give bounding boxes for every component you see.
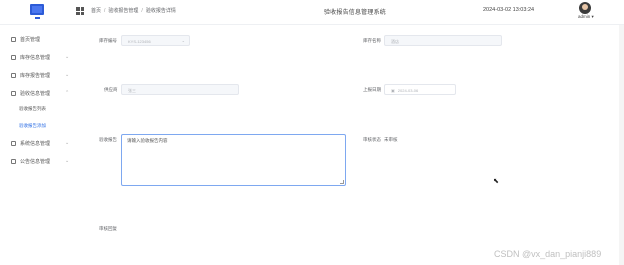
chevron-up-icon: ⌃	[65, 90, 70, 96]
avatar[interactable]	[579, 2, 591, 14]
field-label: 库存编号	[99, 38, 117, 43]
sidebar-item-label: 公告信息管理	[20, 159, 51, 165]
username: admin	[578, 14, 591, 19]
top-bar: 首页 / 验收报告管理 / 验收报告详情 验收报告信息管理系统 2024-03-02 1…	[0, 0, 624, 25]
field-value: 酒店	[391, 39, 399, 44]
sidebar-item-acceptance[interactable]: 验收信息管理 ⌃	[11, 90, 69, 97]
datetime-display: 2024-03-02 13:03:24	[483, 7, 535, 13]
chevron-down-icon: ⌄	[65, 158, 70, 164]
field-value: KYS-123456	[128, 39, 151, 44]
field-value: 张三	[128, 88, 136, 93]
resize-handle[interactable]	[340, 180, 344, 184]
folder-icon	[11, 159, 16, 164]
field-value: 2024-03-06	[397, 88, 419, 93]
sidebar: 首页管理 库存信息管理 ⌄ 库存报告管理 ⌄ 验收信息管理 ⌃ 验收报告列表 验收报告…	[0, 25, 75, 265]
sidebar-item-label: 验收信息管理	[20, 91, 51, 97]
chevron-down-icon: ⌄	[65, 54, 70, 60]
calendar-icon: ▣	[391, 88, 395, 93]
scrollbar[interactable]	[619, 25, 624, 265]
chevron-down-icon: ⌄	[65, 72, 70, 78]
sidebar-subitem-report-list[interactable]: 验收报告列表	[19, 106, 46, 112]
report-textarea[interactable]: 请输入验收报告内容	[121, 134, 346, 186]
folder-icon	[11, 141, 16, 146]
sidebar-item-inventory-report[interactable]: 库存报告管理 ⌄	[11, 72, 69, 79]
field-label: 审核回复	[99, 226, 117, 231]
field-label: 审核状态	[363, 137, 381, 142]
textarea-value: 请输入验收报告内容	[127, 138, 168, 143]
sidebar-item-label: 首页管理	[20, 37, 41, 43]
sidebar-item-label: 系统信息管理	[20, 141, 51, 147]
field-label: 库存名称	[363, 38, 381, 43]
field-label: 供应商	[104, 87, 118, 92]
sidebar-item-notice[interactable]: 公告信息管理 ⌄	[11, 158, 69, 165]
supplier-field[interactable]: 张三	[121, 84, 239, 95]
field-label: 验收报告	[99, 137, 117, 142]
chevron-down-icon: ⌄	[65, 140, 70, 146]
sidebar-subitem-report-add[interactable]: 验收报告添加	[19, 123, 46, 129]
inventory-number-select[interactable]: KYS-123456 ⌄	[121, 35, 190, 46]
sidebar-item-label: 库存信息管理	[20, 55, 51, 61]
mouse-cursor-icon: ⬉	[493, 178, 499, 185]
status-badge: 未审核	[384, 137, 398, 142]
field-label: 上报日期	[363, 87, 381, 92]
folder-icon	[11, 91, 16, 96]
report-date-picker[interactable]: ▣ 2024-03-06	[384, 84, 456, 95]
watermark: CSDN @vx_dan_pianji889	[494, 249, 602, 259]
chevron-down-icon: ⌄	[181, 38, 185, 43]
sidebar-item-inventory-info[interactable]: 库存信息管理 ⌄	[11, 54, 69, 61]
sidebar-item-system[interactable]: 系统信息管理 ⌄	[11, 140, 69, 147]
username-dropdown[interactable]: admin ▾	[578, 14, 594, 20]
sidebar-item-home[interactable]: 首页管理	[11, 36, 40, 43]
home-icon	[11, 37, 16, 42]
sidebar-item-label: 库存报告管理	[20, 73, 51, 79]
folder-icon	[11, 73, 16, 78]
folder-icon	[11, 55, 16, 60]
inventory-name-field[interactable]: 酒店	[384, 35, 502, 46]
